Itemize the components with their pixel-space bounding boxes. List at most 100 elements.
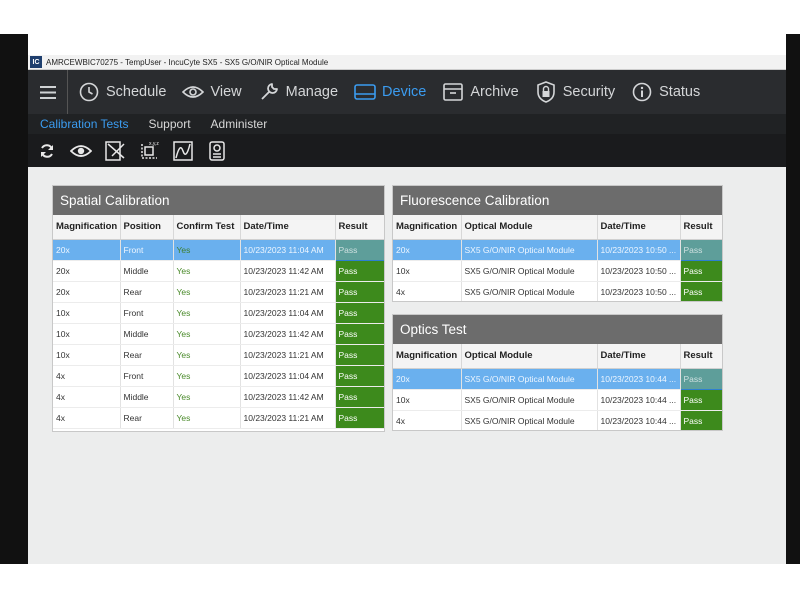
column-header[interactable]: Magnification [53,215,121,240]
app-logo-icon: IC [30,56,42,68]
nav-device-label: Device [382,84,427,100]
result-cell: Pass [335,407,384,429]
column-header[interactable]: Position [120,215,174,240]
column-header[interactable]: Date/Time [597,215,681,240]
column-header[interactable]: Confirm Test [173,215,241,240]
column-header[interactable]: Result [680,344,722,369]
table-row[interactable]: 10x SX5 G/O/NIR Optical Module 10/23/2023 … [393,389,722,411]
column-header[interactable]: Magnification [393,215,462,240]
result-cell: Pass [335,281,384,303]
clock-icon [78,81,100,103]
result-cell: Pass [334,238,384,261]
column-header[interactable]: Result [680,215,722,240]
table-cell: 10x [53,344,121,366]
table-row[interactable]: 4x Rear Yes 10/23/2023 11:21 AM Pass [53,407,384,429]
table-cell: 10/23/2023 11:42 AM [240,260,336,282]
optics-test-button[interactable] [206,140,228,162]
table-cell: 10x [53,323,121,345]
nav-archive[interactable]: Archive [442,70,519,114]
table-row[interactable]: 20x Rear Yes 10/23/2023 11:21 AM Pass [53,281,384,303]
table-cell: 20x [393,368,462,390]
result-cell: Pass [679,238,722,261]
table-cell: Yes [173,344,241,366]
table-row[interactable]: 10x Front Yes 10/23/2023 11:04 AM Pass [53,302,384,324]
column-header[interactable]: Magnification [393,344,462,369]
column-header[interactable]: Optical Module [461,215,598,240]
table-cell: 10x [393,389,462,411]
app-screen: IC AMRCEWBIC70275 - TempUser - IncuCyte … [28,55,786,564]
window-titlebar: IC AMRCEWBIC70275 - TempUser - IncuCyte … [28,55,786,70]
table-cell: SX5 G/O/NIR Optical Module [461,239,598,261]
table-cell: 20x [53,239,121,261]
nav-view[interactable]: View [182,70,242,114]
optics-test-panel: Optics Test Magnification Optical Module… [392,314,723,431]
monitor-bezel-top [0,0,800,34]
hamburger-menu-button[interactable] [28,70,68,114]
column-header[interactable]: Result [335,215,384,240]
table-cell: 10/23/2023 10:50 ... [597,281,681,301]
nav-security[interactable]: Security [535,70,615,114]
table-row[interactable]: 10x Middle Yes 10/23/2023 11:42 AM Pass [53,323,384,345]
refresh-button[interactable] [36,140,58,162]
table-cell: 10/23/2023 11:21 AM [240,344,336,366]
fluorescence-calibration-table: Magnification Optical Module Date/Time R… [393,215,722,301]
fluorescence-curve-button[interactable] [172,140,194,162]
table-row[interactable]: 10x SX5 G/O/NIR Optical Module 10/23/2023 … [393,260,722,282]
table-row[interactable]: 20x Middle Yes 10/23/2023 11:42 AM Pass [53,260,384,282]
table-row[interactable]: 4x SX5 G/O/NIR Optical Module 10/23/2023 1… [393,410,722,430]
nav-security-label: Security [562,84,616,100]
table-row[interactable]: 20x SX5 G/O/NIR Optical Module 10/23/2023 … [393,238,722,261]
table-cell: 10/23/2023 11:04 AM [240,302,336,324]
monitor-bezel-right [786,34,800,564]
nav-archive-label: Archive [470,84,519,100]
tab-administer[interactable]: Administer [211,117,268,131]
xyz-axis-icon: x,y,z [141,141,159,159]
tab-support[interactable]: Support [149,117,191,131]
eye-icon [182,81,205,103]
view-button[interactable] [70,140,92,162]
panel-title: Spatial Calibration [53,186,384,215]
optics-test-table: Magnification Optical Module Date/Time R… [393,344,722,430]
table-cell: Rear [120,344,174,366]
table-cell: SX5 G/O/NIR Optical Module [461,281,598,301]
panel-title: Optics Test [393,315,722,344]
column-header[interactable]: Optical Module [461,344,598,369]
table-cell: Yes [173,260,241,282]
table-cell: SX5 G/O/NIR Optical Module [461,368,598,390]
result-cell: Pass [335,386,384,408]
tab-calibration-tests[interactable]: Calibration Tests [40,117,129,131]
table-header-row: Magnification Position Confirm Test Date… [53,215,384,240]
device-module-icon [209,140,225,161]
column-header[interactable]: Date/Time [240,215,336,240]
nav-schedule[interactable]: Schedule [78,70,166,114]
xyz-calibration-button[interactable]: x,y,z [138,140,160,162]
wrench-icon [258,81,280,103]
window-title: AMRCEWBIC70275 - TempUser - IncuCyte SX5… [46,57,329,67]
panel-title: Fluorescence Calibration [393,186,722,215]
table-row[interactable]: 4x SX5 G/O/NIR Optical Module 10/23/2023 1… [393,281,722,301]
table-row[interactable]: 10x Rear Yes 10/23/2023 11:21 AM Pass [53,344,384,366]
table-row[interactable]: 4x Middle Yes 10/23/2023 11:42 AM Pass [53,386,384,408]
table-cell: Yes [173,302,241,324]
table-row[interactable]: 20x SX5 G/O/NIR Optical Module 10/23/2023 … [393,367,722,390]
result-cell: Pass [680,389,722,411]
lock-icon [535,81,557,103]
table-cell: 10/23/2023 11:04 AM [240,365,336,387]
result-cell: Pass [335,260,384,282]
curve-graph-icon [173,140,193,161]
table-row[interactable]: 4x Front Yes 10/23/2023 11:04 AM Pass [53,365,384,387]
nav-manage[interactable]: Manage [258,70,338,114]
column-header[interactable]: Date/Time [597,344,681,369]
nav-device[interactable]: Device [354,70,426,114]
spatial-calibration-button[interactable] [104,140,126,162]
nav-status[interactable]: Status [631,70,700,114]
table-cell: 10/23/2023 11:21 AM [240,407,336,429]
result-cell: Pass [335,344,384,366]
table-cell: Front [120,365,174,387]
refresh-icon [41,143,53,158]
table-row[interactable]: 20x Front Yes 10/23/2023 11:04 AM Pass [53,238,384,261]
spatial-calibration-table: Magnification Position Confirm Test Date… [53,215,384,429]
table-cell: Yes [173,365,241,387]
nav-status-label: Status [659,84,701,100]
monitor-bezel-left [0,34,28,564]
